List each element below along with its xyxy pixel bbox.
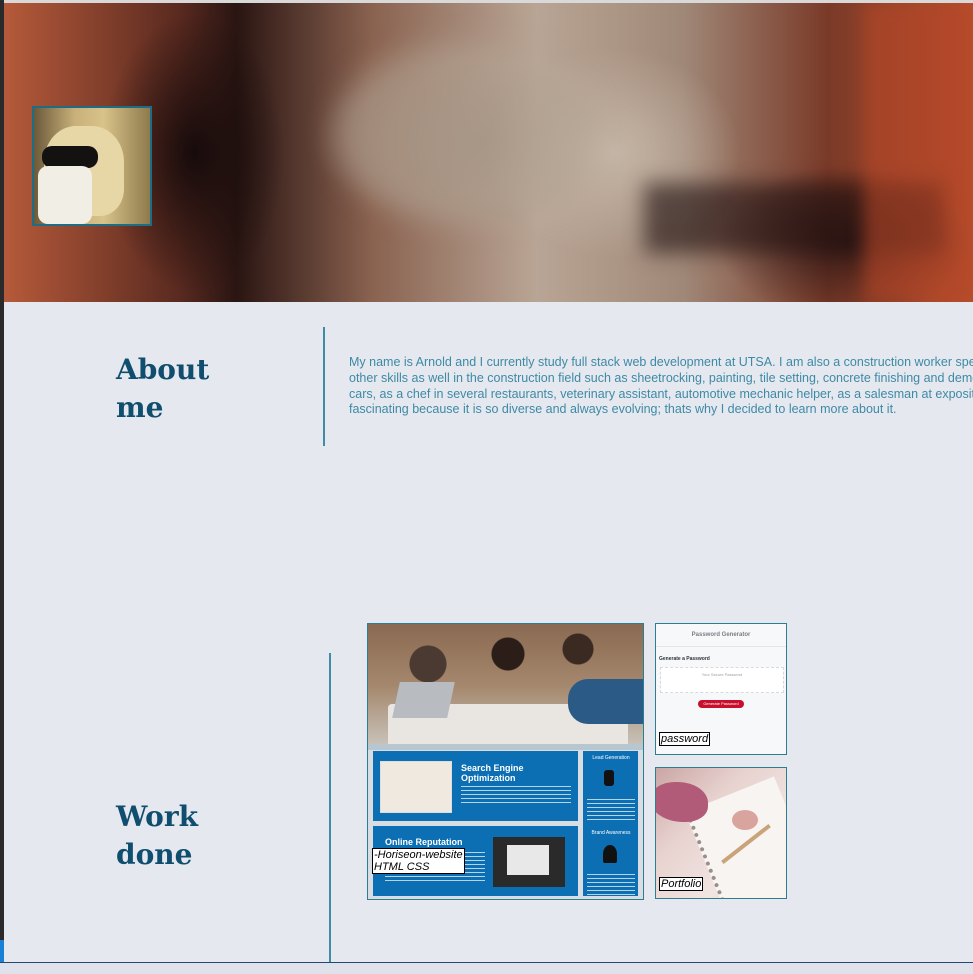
person-arm: [568, 679, 643, 724]
project-label-portfolio: Portfolio: [659, 877, 704, 891]
seo-heading: Search Engine Optimization: [461, 763, 571, 783]
project-label-password: password: [659, 732, 711, 746]
lead-generation-heading: Lead Generation: [592, 755, 630, 761]
hero-banner: [4, 3, 973, 302]
about-text-line: My name is Arnold and I currently study …: [349, 355, 973, 369]
about-text-line: cars, as a chef in several restaurants, …: [349, 386, 973, 401]
password-subtitle: Generate a Password: [659, 656, 710, 662]
about-divider: [323, 327, 325, 446]
about-heading-line2: me: [116, 391, 164, 424]
about-paragraph: My name is Arnold and I currently study …: [349, 355, 973, 418]
reputation-heading: Online Reputation: [385, 837, 463, 847]
about-heading-line1: About: [116, 353, 210, 386]
project-card-horiseon[interactable]: Search Engine Optimization Online Reputa…: [367, 623, 644, 900]
project-card-password[interactable]: Password Generator Generate a Password Y…: [655, 623, 787, 755]
about-text-line: other skills as well in the construction…: [349, 370, 973, 385]
profile-avatar: [32, 106, 152, 226]
brand-awareness-heading: Brand Awareness: [591, 830, 631, 836]
hero-blur-shape: [864, 3, 973, 302]
project-card-portfolio[interactable]: Portfolio: [655, 767, 787, 899]
heart-sticker-icon: [732, 810, 758, 830]
about-text-line: fascinating because it is so diverse and…: [349, 402, 897, 417]
seo-heading-line2: Optimization: [461, 773, 516, 783]
cloth-image: [656, 782, 708, 822]
laptop-icon: [392, 682, 455, 718]
generate-password-button: Generate Password: [698, 700, 744, 708]
avatar-sunglasses: [42, 146, 98, 168]
seo-heading-line1: Search Engine: [461, 763, 524, 773]
work-heading-line2: done: [116, 838, 193, 871]
hero-blur-shape: [334, 43, 594, 223]
broadcast-icon: [603, 845, 617, 863]
password-output-box: Your Secure Password: [660, 667, 784, 693]
project-label-line1: -Horiseon-website: [374, 849, 463, 861]
work-heading: Work done: [116, 798, 236, 874]
lightbulb-icon: [604, 770, 614, 786]
password-divider: [656, 646, 786, 647]
project-label-line2: HTML CSS: [374, 861, 430, 873]
laptop-thumbnail: [493, 837, 565, 887]
window-left-edge: [0, 0, 4, 973]
window-bottom-edge: [0, 962, 973, 974]
password-generator-title: Password Generator: [691, 632, 751, 638]
project-label-horiseon: -Horiseon-website HTML CSS: [372, 848, 465, 874]
password-placeholder: Your Secure Password: [701, 672, 743, 677]
lead-text-lines: [587, 799, 635, 823]
work-divider: [329, 653, 331, 963]
seo-text-lines: [461, 786, 571, 806]
work-heading-line1: Work: [116, 800, 198, 833]
avatar-face-mask: [38, 166, 92, 224]
seo-thumbnail: [380, 761, 452, 813]
about-heading: About me: [116, 351, 236, 427]
brand-text-lines: [587, 874, 635, 896]
